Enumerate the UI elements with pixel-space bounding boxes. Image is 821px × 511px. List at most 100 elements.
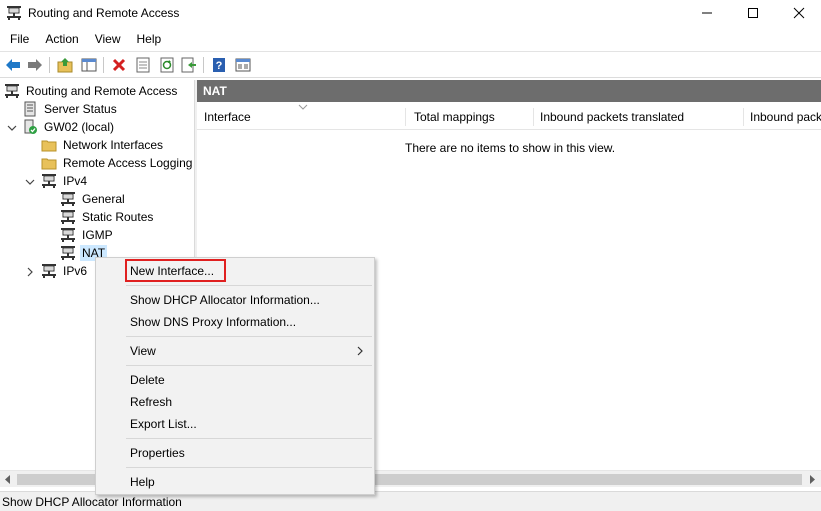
window-title: Routing and Remote Access xyxy=(28,6,180,20)
tree-item-network-interfaces[interactable]: Network Interfaces xyxy=(41,136,165,154)
server-icon xyxy=(60,227,76,243)
server-icon xyxy=(60,209,76,225)
column-interface[interactable]: Interface xyxy=(197,104,405,130)
tree-item-ipv4[interactable]: IPv4 xyxy=(41,172,89,190)
column-inbound-packets[interactable]: Inbound pack xyxy=(743,104,821,130)
chevron-down-icon[interactable] xyxy=(25,177,35,187)
server-node-icon xyxy=(24,119,37,134)
close-icon xyxy=(793,7,805,19)
help-button[interactable]: ? xyxy=(209,55,229,75)
context-menu: New Interface... Show DHCP Allocator Inf… xyxy=(95,257,375,495)
menu-action[interactable]: Action xyxy=(37,29,86,49)
server-icon xyxy=(41,263,57,279)
tree-item-label: IGMP xyxy=(82,228,113,242)
forward-button[interactable] xyxy=(25,55,45,75)
tree-item-label: Static Routes xyxy=(82,210,154,224)
column-total-mappings[interactable]: Total mappings xyxy=(407,104,533,130)
refresh-icon xyxy=(160,57,174,73)
tree-item-label: Server Status xyxy=(44,102,117,116)
toolbar: ? xyxy=(0,51,821,78)
export-icon xyxy=(181,57,196,73)
tree-item-label: Network Interfaces xyxy=(63,138,164,152)
tree-item-ipv6[interactable]: IPv6 xyxy=(41,262,89,280)
server-icon xyxy=(4,83,20,99)
maximize-icon xyxy=(748,8,758,18)
menu-separator xyxy=(126,365,372,366)
tree-item-label: IPv6 xyxy=(63,264,88,278)
menu-item-export-list[interactable]: Export List... xyxy=(96,413,374,435)
menu-item-help[interactable]: Help xyxy=(96,471,374,493)
menu-separator xyxy=(126,438,372,439)
console-button[interactable] xyxy=(233,55,253,75)
back-arrow-icon xyxy=(6,59,20,71)
back-button[interactable] xyxy=(3,55,23,75)
chevron-right-icon[interactable] xyxy=(25,267,35,277)
server-icon xyxy=(6,5,22,21)
folder-icon xyxy=(41,158,57,170)
toolbar-separator xyxy=(203,57,204,73)
pane-header: NAT xyxy=(197,80,821,102)
up-level-button[interactable] xyxy=(55,55,75,75)
tree-item-label: Routing and Remote Access xyxy=(26,84,178,98)
forward-arrow-icon xyxy=(28,59,42,71)
folder-icon xyxy=(41,140,57,152)
tree-item-remote-access-logging[interactable]: Remote Access Logging xyxy=(41,154,194,172)
annotation-highlight-box xyxy=(125,259,226,282)
chevron-down-icon[interactable] xyxy=(7,123,17,133)
menu-separator xyxy=(126,336,372,337)
menu-bar: File Action View Help xyxy=(0,28,821,50)
menu-view[interactable]: View xyxy=(87,29,129,49)
toolbar-separator xyxy=(49,57,50,73)
show-hide-tree-button[interactable] xyxy=(79,55,99,75)
properties-button[interactable] xyxy=(133,55,153,75)
export-button[interactable] xyxy=(179,55,199,75)
toolbar-separator xyxy=(103,57,104,73)
scroll-right-icon[interactable] xyxy=(807,474,817,485)
tree-item-igmp[interactable]: IGMP xyxy=(60,226,115,244)
tree-item-label: GW02 (local) xyxy=(44,120,115,134)
menu-help[interactable]: Help xyxy=(129,29,170,49)
menu-item-label: View xyxy=(130,344,156,358)
menu-file[interactable]: File xyxy=(0,29,37,49)
tree-item-server-status[interactable]: Server Status xyxy=(22,100,119,118)
menu-separator xyxy=(126,285,372,286)
title-bar: Routing and Remote Access xyxy=(0,0,821,26)
column-header-row: Interface Total mappings Inbound packets… xyxy=(197,104,821,130)
column-divider[interactable] xyxy=(405,108,406,126)
chevron-right-icon xyxy=(357,346,363,356)
server-icon xyxy=(41,173,57,189)
tree-item-label: General xyxy=(82,192,125,206)
scroll-left-icon[interactable] xyxy=(3,474,13,485)
up-folder-icon xyxy=(57,58,73,73)
menu-item-properties[interactable]: Properties xyxy=(96,442,374,464)
help-icon: ? xyxy=(213,58,225,72)
tree-item-static-routes[interactable]: Static Routes xyxy=(60,208,155,226)
menu-item-refresh[interactable]: Refresh xyxy=(96,391,374,413)
minimize-icon xyxy=(702,12,712,14)
properties-icon xyxy=(136,57,150,73)
menu-item-show-dhcp[interactable]: Show DHCP Allocator Information... xyxy=(96,289,374,311)
minimize-button[interactable] xyxy=(684,0,730,26)
menu-separator xyxy=(126,467,372,468)
column-inbound-packets-translated[interactable]: Inbound packets translated xyxy=(533,104,743,130)
svg-text:?: ? xyxy=(216,60,223,72)
menu-item-delete[interactable]: Delete xyxy=(96,369,374,391)
server-icon xyxy=(60,191,76,207)
refresh-button[interactable] xyxy=(157,55,177,75)
tree-item-general[interactable]: General xyxy=(60,190,127,208)
console-icon xyxy=(235,58,251,72)
tree-item-server[interactable]: GW02 (local) xyxy=(22,118,116,136)
tree-item-label: IPv4 xyxy=(63,174,88,188)
tree-item-root[interactable]: Routing and Remote Access xyxy=(4,82,179,100)
show-hide-tree-icon xyxy=(81,58,97,72)
menu-item-show-dns[interactable]: Show DNS Proxy Information... xyxy=(96,311,374,333)
menu-item-view[interactable]: View xyxy=(96,340,374,362)
tree-item-label: Remote Access Logging xyxy=(63,156,193,170)
maximize-button[interactable] xyxy=(730,0,776,26)
server-icon xyxy=(60,245,76,261)
close-button[interactable] xyxy=(776,0,821,26)
server-status-icon xyxy=(24,101,36,117)
delete-icon xyxy=(112,58,126,72)
delete-button[interactable] xyxy=(109,55,129,75)
empty-list-message: There are no items to show in this view. xyxy=(405,141,616,155)
